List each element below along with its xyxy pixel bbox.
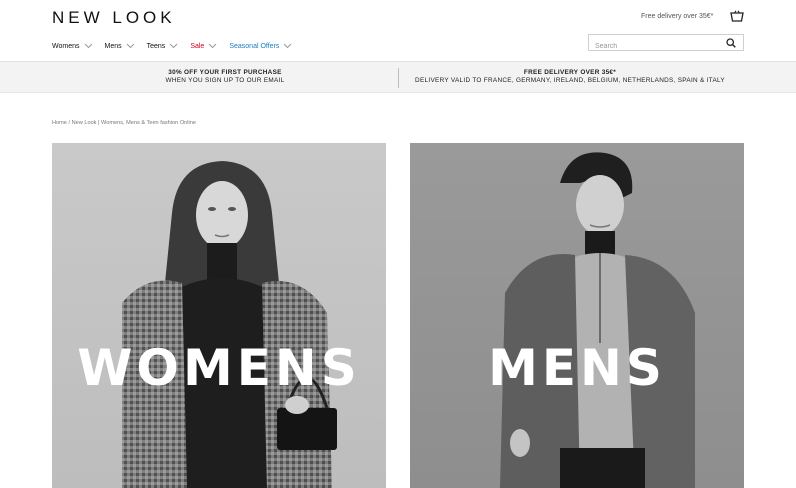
search-input[interactable] xyxy=(589,39,719,54)
nav-womens-label: Womens xyxy=(52,42,80,50)
nav-womens[interactable]: Womens xyxy=(52,43,93,50)
promo-divider xyxy=(398,68,399,88)
chevron-down-icon xyxy=(126,43,134,49)
nav-sale-label: Sale xyxy=(190,42,205,50)
nav-teens[interactable]: Teens xyxy=(147,43,179,50)
nav-sale[interactable]: Sale xyxy=(190,43,217,50)
promo-email-offer[interactable]: 30% OFF YOUR FIRST PURCHASE WHEN YOU SIG… xyxy=(140,69,310,85)
nav-mens-label: Mens xyxy=(104,42,122,50)
promo-free-delivery[interactable]: FREE DELIVERY OVER 35€* DELIVERY VALID T… xyxy=(405,69,735,85)
promo-delivery-subtitle: DELIVERY VALID TO FRANCE, GERMANY, IRELA… xyxy=(415,77,725,84)
site-header: NEW LOOK Free delivery over 35€* Womens … xyxy=(0,0,796,61)
womens-category-tile[interactable]: WOMENS xyxy=(52,143,386,488)
chevron-down-icon xyxy=(84,43,92,49)
free-delivery-link[interactable]: Free delivery over 35€* xyxy=(641,13,713,20)
chevron-down-icon xyxy=(169,43,178,49)
breadcrumb: Home / New Look | Womens, Mens & Teen fa… xyxy=(52,120,196,126)
promo-delivery-title: FREE DELIVERY OVER 35€* xyxy=(523,69,617,76)
chevron-down-icon xyxy=(284,43,292,49)
nav-teens-label: Teens xyxy=(146,42,166,50)
breadcrumb-separator: / xyxy=(68,120,71,126)
promo-email-title: 30% OFF YOUR FIRST PURCHASE xyxy=(168,69,282,76)
main-nav: Womens Mens Teens Sale Seasonal Offers xyxy=(52,40,304,52)
mens-model-image xyxy=(500,152,695,488)
mens-category-tile[interactable]: MENS xyxy=(410,143,744,488)
promo-banner: 30% OFF YOUR FIRST PURCHASE WHEN YOU SIG… xyxy=(0,61,796,93)
search-box xyxy=(588,34,744,54)
womens-tile-label: WOMENS xyxy=(77,339,361,397)
nav-seasonal-offers-label: Seasonal Offers xyxy=(229,42,280,50)
basket-icon[interactable] xyxy=(730,10,744,22)
site-logo[interactable]: NEW LOOK xyxy=(52,8,176,28)
chevron-down-icon xyxy=(208,43,217,49)
mens-tile-label: MENS xyxy=(488,339,666,397)
breadcrumb-home[interactable]: Home xyxy=(52,120,67,126)
promo-email-subtitle: WHEN YOU SIGN UP TO OUR EMAIL xyxy=(165,77,285,84)
womens-model-image xyxy=(122,161,337,488)
nav-seasonal-offers[interactable]: Seasonal Offers xyxy=(229,43,292,50)
search-icon[interactable] xyxy=(726,38,736,48)
nav-mens[interactable]: Mens xyxy=(105,43,135,50)
breadcrumb-current: New Look | Womens, Mens & Teen fashion O… xyxy=(71,120,196,126)
